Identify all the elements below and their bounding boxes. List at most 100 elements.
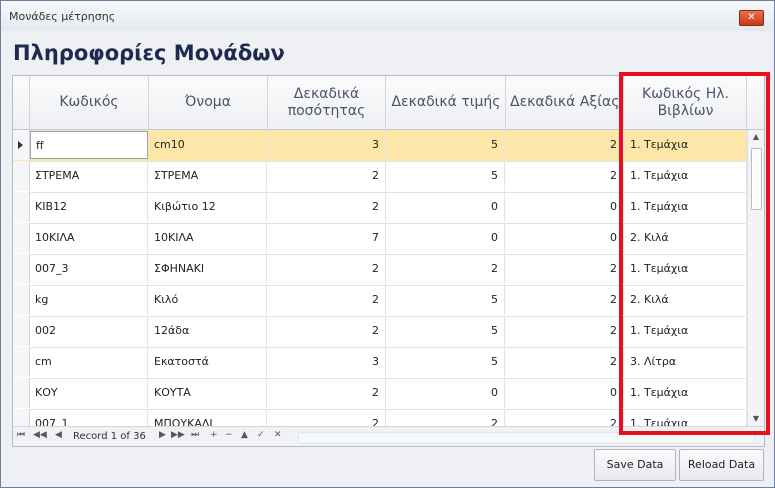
cell-name[interactable]: ΣΦΗΝΑΚΙ xyxy=(149,254,267,284)
table-row[interactable]: 10ΚΙΛΑ 10ΚΙΛΑ 7 0 0 2. Κιλά xyxy=(13,223,747,255)
cell-book-code[interactable]: 2. Κιλά xyxy=(625,223,747,253)
next-record-icon[interactable]: ▶ xyxy=(159,430,166,440)
cell-name[interactable]: cm10 xyxy=(149,130,267,160)
table-row[interactable]: ff cm10 3 5 2 1. Τεμάχια xyxy=(13,130,747,162)
cell-value-decimals[interactable]: 2 xyxy=(506,285,624,315)
cell-book-code[interactable]: 1. Τεμάχια xyxy=(625,161,747,191)
table-row[interactable]: 002 12άδα 2 5 2 1. Τεμάχια xyxy=(13,316,747,348)
cell-price-decimals[interactable]: 0 xyxy=(387,378,505,408)
first-record-icon[interactable]: ⏮ xyxy=(17,430,25,440)
cell-price-decimals[interactable]: 5 xyxy=(387,316,505,346)
close-button[interactable]: ✕ xyxy=(739,10,764,26)
scroll-thumb[interactable] xyxy=(751,148,762,210)
close-icon: ✕ xyxy=(747,12,756,23)
cancel-edit-icon[interactable]: ✕ xyxy=(274,430,282,440)
cell-book-code[interactable]: 1. Τεμάχια xyxy=(625,254,747,284)
cell-book-code[interactable]: 1. Τεμάχια xyxy=(625,316,747,346)
cell-value-decimals[interactable]: 0 xyxy=(506,223,624,253)
cell-code[interactable]: kg xyxy=(30,285,148,315)
cell-code[interactable]: 10ΚΙΛΑ xyxy=(30,223,148,253)
cell-code[interactable]: ΣΤΡΕΜΑ xyxy=(30,161,148,191)
cell-code[interactable]: ΚΟΥ xyxy=(30,378,148,408)
last-record-icon[interactable]: ⏭ xyxy=(191,430,199,440)
cell-price-decimals[interactable]: 5 xyxy=(387,161,505,191)
cell-book-code[interactable]: 1. Τεμάχια xyxy=(625,378,747,408)
cell-price-decimals[interactable]: 0 xyxy=(387,223,505,253)
scroll-down-icon[interactable]: ▼ xyxy=(748,412,764,426)
cell-qty-decimals[interactable]: 7 xyxy=(268,223,386,253)
cell-price-decimals[interactable]: 0 xyxy=(387,192,505,222)
cell-name[interactable]: Κιλό xyxy=(149,285,267,315)
cell-value-decimals[interactable]: 2 xyxy=(506,254,624,284)
cell-price-decimals[interactable]: 5 xyxy=(387,347,505,377)
add-record-icon[interactable]: + xyxy=(210,430,218,440)
cell-price-decimals[interactable]: 5 xyxy=(387,285,505,315)
cell-qty-decimals[interactable]: 2 xyxy=(268,316,386,346)
current-row-arrow-icon xyxy=(18,141,23,149)
cell-name[interactable]: Εκατοστά xyxy=(149,347,267,377)
cell-price-decimals[interactable]: 5 xyxy=(387,130,505,160)
row-indicator xyxy=(13,192,30,222)
cell-code[interactable]: cm xyxy=(30,347,148,377)
column-header-price-decimals[interactable]: Δεκαδικά τιμής xyxy=(387,76,506,129)
horizontal-scrollbar[interactable] xyxy=(298,432,755,444)
cell-qty-decimals[interactable]: 3 xyxy=(268,347,386,377)
cell-value-decimals[interactable]: 2 xyxy=(506,161,624,191)
cell-qty-decimals[interactable]: 2 xyxy=(268,161,386,191)
record-counter: Record 1 of 36 xyxy=(73,431,146,442)
table-row[interactable]: 007_3 ΣΦΗΝΑΚΙ 2 2 2 1. Τεμάχια xyxy=(13,254,747,286)
column-header-name[interactable]: Όνομα xyxy=(149,76,268,129)
save-record-icon[interactable]: ✓ xyxy=(257,430,265,440)
save-data-button[interactable]: Save Data xyxy=(594,449,676,481)
cell-qty-decimals[interactable]: 2 xyxy=(268,192,386,222)
row-indicator xyxy=(13,161,30,191)
cell-book-code[interactable]: 1. Τεμάχια xyxy=(625,192,747,222)
vertical-scrollbar[interactable]: ▲ ▼ xyxy=(747,130,764,426)
cell-book-code[interactable]: 3. Λίτρα xyxy=(625,347,747,377)
cell-qty-decimals[interactable]: 2 xyxy=(268,254,386,284)
cell-name[interactable]: 10ΚΙΛΑ xyxy=(149,223,267,253)
cell-value-decimals[interactable]: 0 xyxy=(506,378,624,408)
cell-qty-decimals[interactable]: 3 xyxy=(268,130,386,160)
cell-value-decimals[interactable]: 2 xyxy=(506,316,624,346)
next-page-icon[interactable]: ▶▶ xyxy=(171,430,185,440)
cell-name[interactable]: ΣΤΡΕΜΑ xyxy=(149,161,267,191)
cell-value-decimals[interactable]: 0 xyxy=(506,192,624,222)
cell-code[interactable]: 002 xyxy=(30,316,148,346)
title-bar: Μονάδες μέτρησης ✕ xyxy=(1,1,774,31)
prev-page-icon[interactable]: ◀◀ xyxy=(33,430,47,440)
cell-code[interactable]: 007_3 xyxy=(30,254,148,284)
column-header-code[interactable]: Κωδικός xyxy=(30,76,149,129)
table-row[interactable]: ΚΟΥ ΚΟΥΤΑ 2 0 0 1. Τεμάχια xyxy=(13,378,747,410)
grid-header: Κωδικός Όνομα Δεκαδικά ποσότητας Δεκαδικ… xyxy=(13,76,764,130)
cell-qty-decimals[interactable]: 2 xyxy=(268,378,386,408)
record-navigator: ⏮ ◀◀ ◀ Record 1 of 36 ▶ ▶▶ ⏭ + − ▲ ✓ ✕ xyxy=(13,426,764,446)
cell-price-decimals[interactable]: 2 xyxy=(387,254,505,284)
reload-data-button[interactable]: Reload Data xyxy=(679,449,764,481)
cell-code[interactable]: ff xyxy=(30,131,148,159)
table-row[interactable]: cm Εκατοστά 3 5 2 3. Λίτρα xyxy=(13,347,747,379)
table-row[interactable]: kg Κιλό 2 5 2 2. Κιλά xyxy=(13,285,747,317)
column-header-book-code[interactable]: Κωδικός Ηλ. Βιβλίων xyxy=(625,76,747,129)
edit-record-icon[interactable]: ▲ xyxy=(241,430,248,440)
page-title: Πληροφορίες Μονάδων xyxy=(13,41,285,65)
prev-record-icon[interactable]: ◀ xyxy=(55,430,62,440)
table-row[interactable]: ΚΙΒ12 Κιβώτιο 12 2 0 0 1. Τεμάχια xyxy=(13,192,747,224)
column-header-value-decimals[interactable]: Δεκαδικά Αξίας xyxy=(506,76,624,129)
row-indicator xyxy=(13,378,30,408)
cell-book-code[interactable]: 1. Τεμάχια xyxy=(625,130,747,160)
cell-book-code[interactable]: 2. Κιλά xyxy=(625,285,747,315)
units-grid: Κωδικός Όνομα Δεκαδικά ποσότητας Δεκαδικ… xyxy=(12,75,765,447)
cell-value-decimals[interactable]: 2 xyxy=(506,347,624,377)
cell-name[interactable]: 12άδα xyxy=(149,316,267,346)
cell-qty-decimals[interactable]: 2 xyxy=(268,285,386,315)
cell-name[interactable]: Κιβώτιο 12 xyxy=(149,192,267,222)
cell-code[interactable]: ΚΙΒ12 xyxy=(30,192,148,222)
scroll-up-icon[interactable]: ▲ xyxy=(748,130,764,144)
cell-value-decimals[interactable]: 2 xyxy=(506,130,624,160)
row-indicator xyxy=(13,223,30,253)
delete-record-icon[interactable]: − xyxy=(225,430,233,440)
column-header-qty-decimals[interactable]: Δεκαδικά ποσότητας xyxy=(268,76,386,129)
table-row[interactable]: ΣΤΡΕΜΑ ΣΤΡΕΜΑ 2 5 2 1. Τεμάχια xyxy=(13,161,747,193)
cell-name[interactable]: ΚΟΥΤΑ xyxy=(149,378,267,408)
